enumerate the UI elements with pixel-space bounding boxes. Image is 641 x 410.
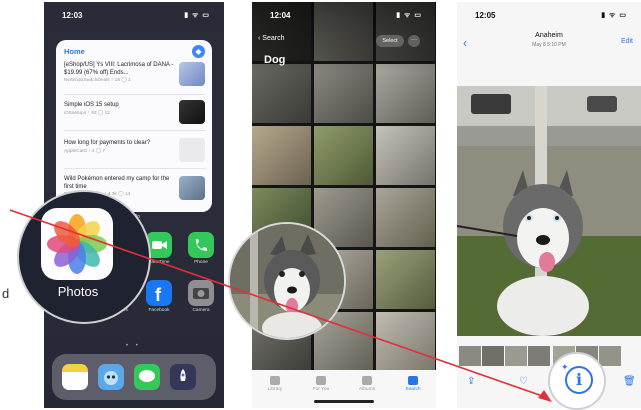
camera-icon: [193, 288, 209, 299]
date-subtitle: May 8 5:10 PM: [532, 42, 566, 48]
app-label: Phone: [194, 260, 208, 265]
tab-search[interactable]: Search: [398, 376, 428, 392]
status-icons: ▮ ᯤ ▭: [184, 12, 210, 19]
widget-header: Home: [64, 47, 85, 56]
husky-photo: [230, 224, 344, 338]
widget-thumbnail: [179, 62, 205, 86]
filmstrip: [457, 346, 641, 366]
status-bar: 12:03 ▮ ᯤ ▭: [44, 2, 224, 24]
photo-detail-phone: 12:05 ▮ ᯤ ▭ ‹ Anaheim May 8 5:10 PM Edit: [457, 2, 641, 408]
photo-thumbnail[interactable]: [252, 64, 311, 123]
trash-icon[interactable]: 🗑: [623, 376, 636, 387]
heart-icon[interactable]: ♡: [519, 376, 528, 387]
photos-app-zoom-callout: Photos: [17, 190, 151, 324]
photo-thumbnail[interactable]: [376, 250, 435, 309]
apollo-icon: ◆: [192, 45, 205, 58]
widget-item-title: How long for payments to clear?: [64, 140, 151, 146]
tab-albums[interactable]: Albums: [352, 376, 382, 392]
widget-item-meta: NintendoSwitchDeals ↑ 18 ◯ 1: [64, 78, 131, 83]
search-icon: [408, 376, 418, 385]
photos-app-label: Photos: [57, 284, 99, 299]
widget-item-title: [eShop/US] Ys VIII: Lacrimosa of DANA - …: [64, 62, 174, 76]
photo-thumbnail[interactable]: [252, 126, 311, 185]
widget-thumbnail: [179, 100, 205, 124]
photos-search-phone: 12:04 ▮ ᯤ ▭ ‹ Search Dog Select ··· Libr…: [252, 2, 436, 408]
svg-text:f: f: [155, 285, 162, 305]
status-time: 12:03: [62, 11, 83, 20]
widget-item-title: Simple iOS 15 setup: [64, 102, 119, 108]
tweetbot-icon[interactable]: [98, 364, 124, 390]
apollo-widget[interactable]: Home ◆ [eShop/US] Ys VIII: Lacrimosa of …: [56, 40, 212, 212]
photo-thumbnail[interactable]: [376, 126, 435, 185]
dog-photo-zoom-callout: [228, 222, 346, 340]
widget-item-meta: AppleCard ↑ 4 ◯ 7: [64, 148, 106, 154]
phone-handset-icon: [196, 239, 207, 251]
rocket-icon[interactable]: [170, 364, 196, 390]
filmstrip-thumb[interactable]: [528, 346, 550, 366]
photos-flower-icon: [47, 214, 107, 274]
notes-icon[interactable]: [62, 364, 88, 390]
albums-icon: [362, 376, 372, 385]
cropped-text: d: [2, 286, 10, 301]
filmstrip-thumb[interactable]: [482, 346, 504, 366]
library-icon: [270, 376, 280, 385]
phone-app-icon[interactable]: [188, 232, 214, 258]
filmstrip-thumb[interactable]: [505, 346, 527, 366]
widget-item[interactable]: Simple iOS 15 setup iOSsetups ↑ 93 ◯ 12: [64, 102, 176, 116]
filmstrip-thumb[interactable]: [459, 346, 481, 366]
husky-photo: [457, 86, 641, 336]
select-button[interactable]: Select: [376, 35, 404, 47]
facebook-f-icon: f: [155, 285, 162, 305]
tab-for-you[interactable]: For You: [306, 376, 336, 392]
filmstrip-thumb[interactable]: [599, 346, 621, 366]
album-title: Dog: [264, 54, 286, 66]
photo-thumbnail[interactable]: [376, 64, 435, 123]
messages-icon[interactable]: [134, 364, 160, 390]
status-time: 12:04: [270, 11, 291, 20]
divider: [64, 168, 205, 169]
widget-item[interactable]: How long for payments to clear? AppleCar…: [64, 140, 176, 154]
facebook-app-icon[interactable]: f: [146, 280, 172, 306]
widget-item-meta: iOSsetups ↑ 93 ◯ 12: [64, 110, 110, 116]
app-label: Camera: [192, 308, 210, 313]
widget-item[interactable]: [eShop/US] Ys VIII: Lacrimosa of DANA - …: [64, 62, 176, 83]
app-label: Facebook: [148, 308, 170, 313]
dock: [52, 354, 216, 400]
status-bar: 12:04 ▮ ᯤ ▭: [252, 2, 436, 24]
widget-item-title: Wild Pokémon entered my camp for the fir…: [64, 176, 170, 190]
edit-button[interactable]: Edit: [621, 38, 633, 45]
photos-app-icon[interactable]: [41, 208, 113, 280]
back-button[interactable]: ‹ Search: [258, 35, 284, 42]
divider: [64, 94, 205, 95]
info-icon[interactable]: i: [565, 366, 593, 394]
home-indicator: [314, 400, 374, 403]
back-label: Search: [262, 35, 285, 42]
photo-thumbnail[interactable]: [314, 126, 373, 185]
status-time: 12:05: [475, 11, 496, 20]
page-dots: • •: [126, 343, 141, 349]
camera-app-icon[interactable]: [188, 280, 214, 306]
widget-thumbnail: [179, 138, 205, 162]
share-icon[interactable]: ⇪: [467, 376, 475, 387]
status-icons: ▮ ᯤ ▭: [396, 12, 422, 19]
for-you-icon: [316, 376, 326, 385]
location-title: Anaheim: [535, 32, 563, 39]
photo-thumbnail[interactable]: [314, 64, 373, 123]
info-button-zoom-callout: ✦ i: [548, 352, 606, 410]
photo-thumbnail[interactable]: [376, 312, 435, 371]
photo-thumbnail[interactable]: [376, 188, 435, 247]
status-icons: ▮ ᯤ ▭: [601, 12, 627, 19]
divider: [64, 130, 205, 131]
status-bar: 12:05 ▮ ᯤ ▭: [457, 2, 641, 24]
more-button[interactable]: ···: [408, 35, 420, 47]
main-photo[interactable]: [457, 86, 641, 336]
tab-library[interactable]: Library: [260, 376, 290, 392]
stage: 12:03 ▮ ᯤ ▭ Home ◆ [eShop/US] Ys VIII: L…: [0, 0, 641, 410]
widget-thumbnail: [179, 176, 205, 200]
